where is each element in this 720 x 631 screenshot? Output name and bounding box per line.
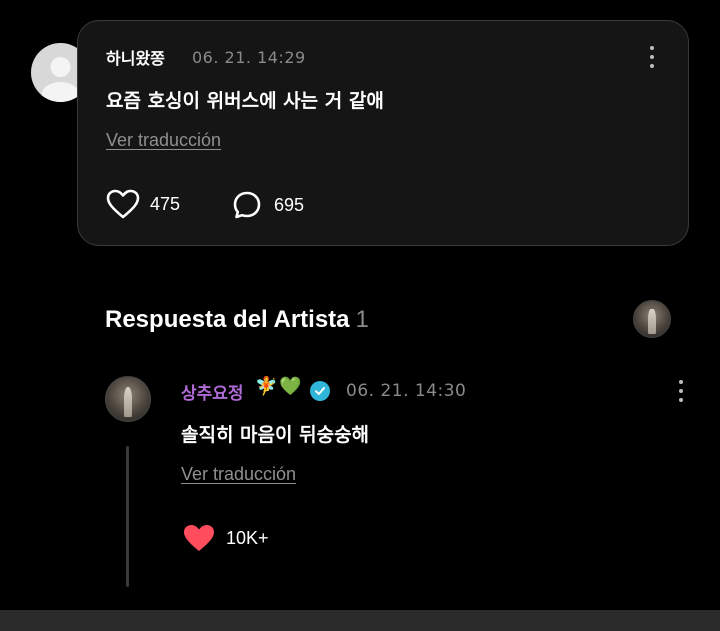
post-translate-link[interactable]: Ver traducción [106,130,221,151]
bottom-bar [0,610,720,631]
post-text: 요즘 호싱이 위버스에 사는 거 같애 [106,90,384,112]
artist-response-header[interactable]: Respuesta del Artista 1 [105,306,369,334]
post-like-count: 475 [150,193,181,214]
reply-translate-link[interactable]: Ver traducción [181,464,296,485]
reply-avatar[interactable] [105,376,151,422]
post-timestamp: 06. 21. 14:29 [192,48,306,67]
heart-outline-icon [106,189,140,219]
reply-username[interactable]: 상추요정 [181,379,244,404]
thread-line [126,446,129,587]
weverse-post-screen: 하니왔쫑 06. 21. 14:29 요즘 호싱이 위버스에 사는 거 같애 V… [0,0,720,631]
artist-avatar-small[interactable] [633,300,671,338]
comment-bubble-icon [233,191,261,219]
reply-timestamp: 06. 21. 14:30 [346,381,467,401]
post-comment-count: 695 [274,194,305,215]
post-username[interactable]: 하니왔쫑 [106,45,165,69]
artist-response-count: 1 [355,306,369,333]
artist-response-title: Respuesta del Artista [105,306,350,333]
reply-kebab-menu-icon[interactable] [677,380,685,406]
verified-badge-icon [310,381,330,401]
post-comment-button[interactable]: 695 [232,190,304,220]
fairy-emoji: 🧚 [255,376,278,397]
green-heart-emoji: 💚 [279,376,302,397]
kebab-menu-icon[interactable] [648,46,656,72]
reply-text: 솔직히 마음이 뒤숭숭해 [181,424,370,446]
heart-filled-icon [184,525,214,551]
post-like-button[interactable]: 475 [106,189,180,219]
reply-like-count: 10K+ [226,527,269,548]
reply-like-button[interactable]: 10K+ [182,523,269,553]
